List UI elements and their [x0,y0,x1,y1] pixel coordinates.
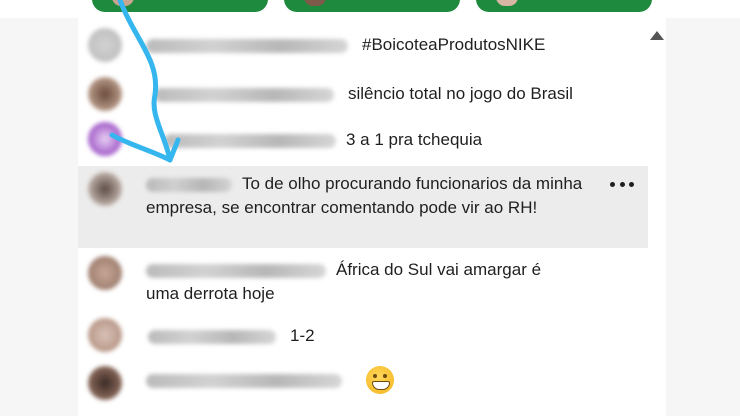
chat-message[interactable]: 1-2 [78,314,648,358]
avatar-icon [304,0,326,6]
chat-message[interactable] [78,362,648,416]
user-avatar[interactable] [88,256,122,290]
reaction-chip-1[interactable] [92,0,268,12]
message-text: 3 a 1 pra tchequia [346,130,483,149]
left-margin [0,0,78,416]
user-avatar[interactable] [88,77,122,111]
chat-message[interactable]: 3 a 1 pra tchequia [78,118,648,164]
reaction-chip-2[interactable] [284,0,460,12]
username-blurred[interactable] [146,374,342,388]
chat-message[interactable]: África do Sul vai amargar é uma derrota … [78,250,648,314]
message-text: To de olho procurando funcionarios da mi… [146,174,583,217]
user-avatar[interactable] [88,318,122,352]
username-blurred[interactable] [146,39,348,53]
top-bar [0,0,740,18]
right-margin [666,0,740,416]
more-horizontal-icon[interactable] [610,180,634,188]
user-avatar[interactable] [88,172,122,206]
reaction-chip-3[interactable] [476,0,652,12]
user-avatar[interactable] [88,122,122,156]
username-blurred[interactable] [154,88,334,102]
user-avatar[interactable] [88,366,122,400]
chat-message[interactable]: #BoicoteaProdutosNIKE [78,22,648,68]
live-chat-list: #BoicoteaProdutosNIKE silêncio total no … [78,22,666,416]
chat-message-highlighted[interactable]: To de olho procurando funcionarios da mi… [78,166,648,248]
avatar-icon [112,0,134,6]
username-blurred[interactable] [164,134,336,148]
username-blurred[interactable] [148,330,276,344]
message-text: África do Sul vai amargar é uma derrota … [146,260,542,303]
grinning-face-icon [366,366,394,394]
message-text: #BoicoteaProdutosNIKE [362,35,546,54]
user-avatar[interactable] [88,28,122,62]
message-text: silêncio total no jogo do Brasil [348,84,573,103]
message-text: 1-2 [290,326,315,345]
chat-message[interactable]: silêncio total no jogo do Brasil [78,70,648,118]
avatar-icon [496,0,518,6]
